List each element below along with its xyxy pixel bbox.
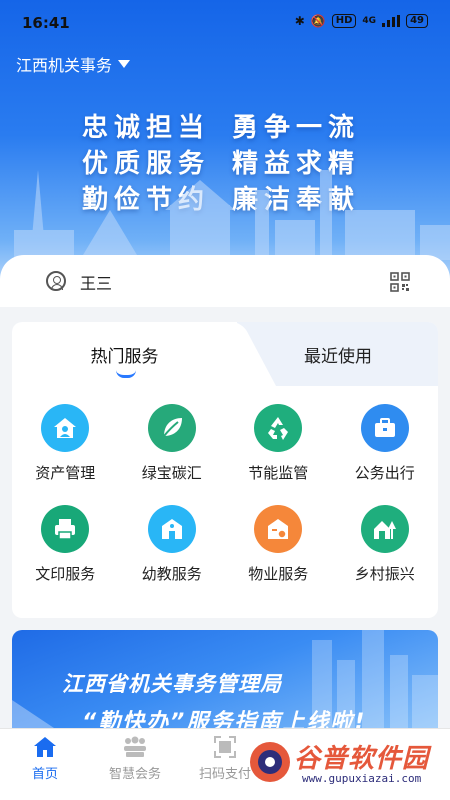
status-time: 16:41 [22, 14, 70, 32]
status-icons: ✱ 🔕 HD 4G 49 [295, 14, 428, 28]
city-skyline-illustration [14, 170, 450, 260]
service-label: 公务出行 [354, 464, 415, 482]
scan-icon [214, 736, 236, 758]
status-bar: 16:41 ✱ 🔕 HD 4G 49 [0, 0, 450, 44]
watermark-title: 谷普软件园 [294, 744, 430, 774]
service-asset-management[interactable]: 资产管理 [12, 404, 119, 483]
user-avatar-icon [46, 271, 66, 291]
slogan-text: 忠诚担当 [82, 113, 211, 143]
user-card: 王三 [0, 255, 450, 307]
network-label: 4G [362, 16, 377, 26]
service-label: 幼教服务 [141, 565, 202, 583]
service-preschool[interactable]: 幼教服务 [119, 505, 226, 584]
service-property[interactable]: 物业服务 [225, 505, 332, 584]
caret-down-icon [118, 60, 131, 68]
service-label: 节能监管 [248, 464, 309, 482]
site-watermark: 谷普软件园 www.gupuxiazai.com [244, 738, 444, 794]
service-label: 绿宝碳汇 [141, 464, 202, 482]
service-label: 物业服务 [248, 565, 309, 583]
signal-icon [382, 15, 401, 27]
service-official-travel[interactable]: 公务出行 [332, 404, 439, 483]
recycle-icon [254, 404, 303, 452]
nav-meeting[interactable]: 智慧会务 [90, 729, 180, 800]
home-icon [34, 737, 56, 757]
nav-label: 智慧会务 [108, 767, 161, 782]
qr-code-icon[interactable] [390, 272, 410, 292]
house-user-icon [41, 404, 90, 452]
service-label: 乡村振兴 [354, 565, 415, 583]
service-label: 资产管理 [35, 464, 96, 482]
property-icon [254, 505, 303, 553]
leaf-icon [147, 404, 196, 452]
banner-title: 江西省机关事务管理局 [62, 672, 282, 696]
hd-icon: HD [331, 14, 357, 28]
service-tabs: 最近使用 热门服务 [12, 322, 438, 386]
promo-banner[interactable]: 江西省机关事务管理局 “勤快办”服务指南上线啦! [12, 630, 438, 740]
watermark-logo-icon [250, 742, 290, 782]
user-name: 王三 [80, 274, 113, 293]
service-energy-monitor[interactable]: 节能监管 [225, 404, 332, 483]
school-icon [147, 505, 196, 553]
region-selector[interactable]: 江西机关事务 [16, 52, 131, 76]
battery-icon: 49 [406, 14, 428, 28]
service-carbon-sink[interactable]: 绿宝碳汇 [119, 404, 226, 483]
service-grid: 资产管理 绿宝碳汇 节能监管 公务出行 文印服务 幼教服务 物业服务 乡村振兴 [12, 404, 438, 584]
battery-level: 49 [410, 15, 424, 26]
briefcase-icon [360, 404, 409, 452]
tab-hot-label: 热门服务 [90, 346, 159, 367]
meeting-icon [124, 736, 146, 757]
nav-home[interactable]: 首页 [0, 729, 90, 800]
nav-label: 首页 [31, 767, 58, 782]
region-label: 江西机关事务 [16, 56, 113, 75]
mute-bell-icon: 🔕 [310, 14, 326, 28]
services-panel: 最近使用 热门服务 资产管理 绿宝碳汇 节能监管 公务出行 文印服务 幼教服务 … [12, 322, 438, 618]
printer-icon [41, 505, 90, 553]
service-printing[interactable]: 文印服务 [12, 505, 119, 584]
watermark-url: www.gupuxiazai.com [302, 772, 422, 785]
slogan-text: 勇争一流 [232, 113, 361, 143]
service-label: 文印服务 [35, 565, 96, 583]
service-rural-revitalization[interactable]: 乡村振兴 [332, 505, 439, 584]
tab-recent-label: 最近使用 [304, 346, 372, 367]
bluetooth-icon: ✱ [294, 14, 305, 28]
village-icon [360, 505, 409, 553]
